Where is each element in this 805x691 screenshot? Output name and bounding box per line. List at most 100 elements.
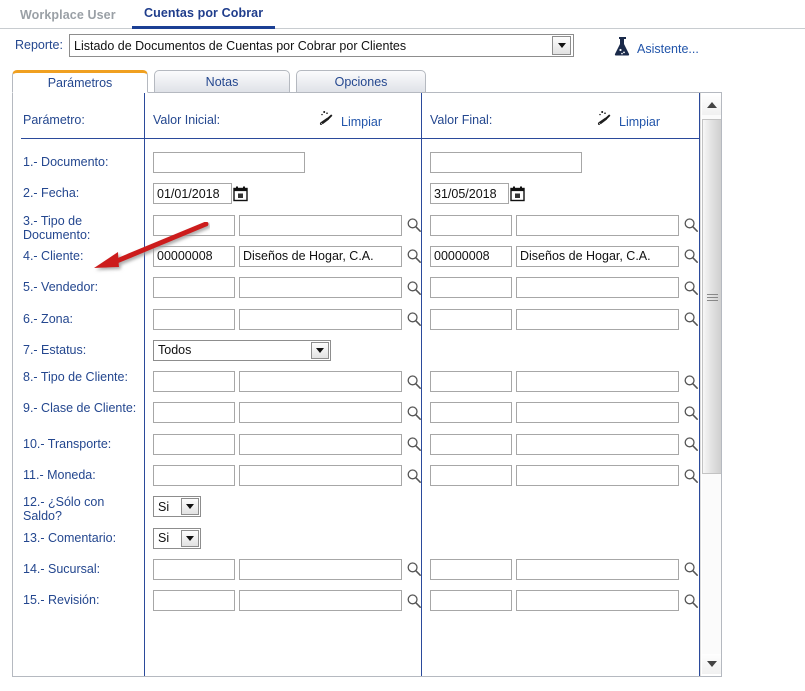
search-lookup-icon[interactable] [683, 280, 699, 296]
final-description-input[interactable] [516, 590, 679, 612]
initial-code-input[interactable] [153, 465, 235, 486]
initial-description-input[interactable] [239, 402, 402, 424]
clear-initial-values-button[interactable]: Limpiar [318, 110, 382, 133]
initial-description-input[interactable] [239, 558, 402, 580]
initial-value-cell [153, 465, 422, 486]
chevron-down-icon[interactable] [552, 36, 571, 55]
initial-code-input[interactable] [153, 433, 235, 455]
final-date-input[interactable] [430, 183, 509, 205]
initial-code-input[interactable] [153, 214, 235, 236]
search-lookup-icon[interactable] [683, 405, 699, 421]
parameter-row: 7.- Estatus: Todos [13, 339, 721, 370]
search-lookup-icon[interactable] [406, 561, 422, 577]
module-tab-workplace-user[interactable]: Workplace User [8, 0, 128, 29]
search-lookup-icon[interactable] [683, 561, 699, 577]
final-description-input[interactable] [516, 308, 679, 330]
select-value: Si [158, 499, 170, 514]
parameter-label: 4.- Cliente: [23, 248, 84, 263]
search-lookup-icon[interactable] [683, 468, 699, 484]
search-lookup-icon[interactable] [406, 436, 422, 452]
calendar-icon[interactable] [510, 186, 525, 202]
search-lookup-icon[interactable] [683, 593, 699, 609]
column-header-initial-value: Valor Inicial: [153, 113, 221, 127]
tab-parametros[interactable]: Parámetros [12, 70, 148, 93]
final-description-input[interactable] [516, 402, 679, 424]
yesno-select[interactable]: Si [153, 527, 201, 549]
initial-description-input[interactable] [239, 308, 402, 330]
search-lookup-icon[interactable] [683, 217, 699, 233]
search-lookup-icon[interactable] [406, 468, 422, 484]
vertical-scrollbar[interactable] [700, 93, 721, 676]
calendar-icon[interactable] [233, 186, 248, 202]
final-description-input[interactable] [516, 371, 679, 393]
assistant-button[interactable]: Asistente... [613, 36, 699, 61]
search-lookup-icon[interactable] [406, 248, 422, 264]
final-description-input[interactable] [516, 245, 679, 267]
initial-code-input[interactable] [153, 590, 235, 612]
tab-notas[interactable]: Notas [154, 70, 290, 93]
initial-code-input[interactable] [153, 371, 235, 393]
final-description-input[interactable] [516, 214, 679, 236]
clear-final-values-button[interactable]: Limpiar [596, 110, 660, 133]
final-code-input[interactable] [430, 371, 512, 393]
final-description-input[interactable] [516, 277, 679, 299]
yesno-select[interactable]: Si [153, 496, 201, 518]
tab-opciones[interactable]: Opciones [296, 70, 426, 93]
search-lookup-icon[interactable] [406, 280, 422, 296]
final-value-input[interactable] [430, 152, 582, 173]
parameter-label: 10.- Transporte: [23, 436, 112, 451]
search-lookup-icon[interactable] [406, 374, 422, 390]
initial-description-input[interactable] [239, 277, 402, 299]
initial-code-input[interactable] [153, 245, 235, 267]
final-description-input[interactable] [516, 558, 679, 580]
chevron-down-icon[interactable] [181, 498, 199, 516]
initial-description-input[interactable] [239, 371, 402, 393]
initial-value-input[interactable] [153, 152, 305, 173]
search-lookup-icon[interactable] [406, 311, 422, 327]
scroll-thumb[interactable] [702, 119, 721, 474]
chevron-down-icon[interactable] [181, 529, 199, 547]
initial-code-input[interactable] [153, 308, 235, 330]
initial-code-input[interactable] [153, 277, 235, 299]
column-header-parameter: Parámetro: [23, 113, 85, 127]
search-lookup-icon[interactable] [683, 311, 699, 327]
initial-description-input[interactable] [239, 433, 402, 455]
initial-description-input[interactable] [239, 465, 402, 486]
search-lookup-icon[interactable] [406, 217, 422, 233]
final-code-input[interactable] [430, 590, 512, 612]
final-code-input[interactable] [430, 558, 512, 580]
initial-description-input[interactable] [239, 214, 402, 236]
search-lookup-icon[interactable] [683, 374, 699, 390]
chevron-down-icon[interactable] [311, 341, 329, 359]
initial-code-input[interactable] [153, 402, 235, 424]
initial-description-input[interactable] [239, 245, 402, 267]
report-select[interactable]: Listado de Documentos de Cuentas por Cob… [69, 34, 574, 57]
triangle-down-icon[interactable] [702, 654, 721, 674]
module-tab-cuentas-por-cobrar[interactable]: Cuentas por Cobrar [132, 0, 276, 29]
search-lookup-icon[interactable] [683, 248, 699, 264]
initial-value-cell [153, 214, 422, 236]
final-code-input[interactable] [430, 308, 512, 330]
final-code-input[interactable] [430, 433, 512, 455]
final-code-input[interactable] [430, 277, 512, 299]
final-description-input[interactable] [516, 465, 679, 486]
final-value-cell [430, 214, 699, 236]
search-lookup-icon[interactable] [406, 405, 422, 421]
final-code-input[interactable] [430, 214, 512, 236]
search-lookup-icon[interactable] [683, 436, 699, 452]
final-code-input[interactable] [430, 245, 512, 267]
status-select[interactable]: Todos [153, 339, 331, 361]
parameter-row: 1.- Documento: [13, 151, 721, 182]
final-description-input[interactable] [516, 433, 679, 455]
triangle-up-icon[interactable] [702, 95, 721, 115]
final-code-input[interactable] [430, 402, 512, 424]
initial-description-input[interactable] [239, 590, 402, 612]
tab-label: Parámetros [47, 75, 113, 90]
final-value-cell [430, 183, 525, 205]
initial-code-input[interactable] [153, 558, 235, 580]
search-lookup-icon[interactable] [406, 593, 422, 609]
parameter-label: 11.- Moneda: [23, 468, 96, 482]
final-code-input[interactable] [430, 465, 512, 486]
initial-date-input[interactable] [153, 183, 232, 205]
clear-label: Limpiar [341, 114, 382, 129]
